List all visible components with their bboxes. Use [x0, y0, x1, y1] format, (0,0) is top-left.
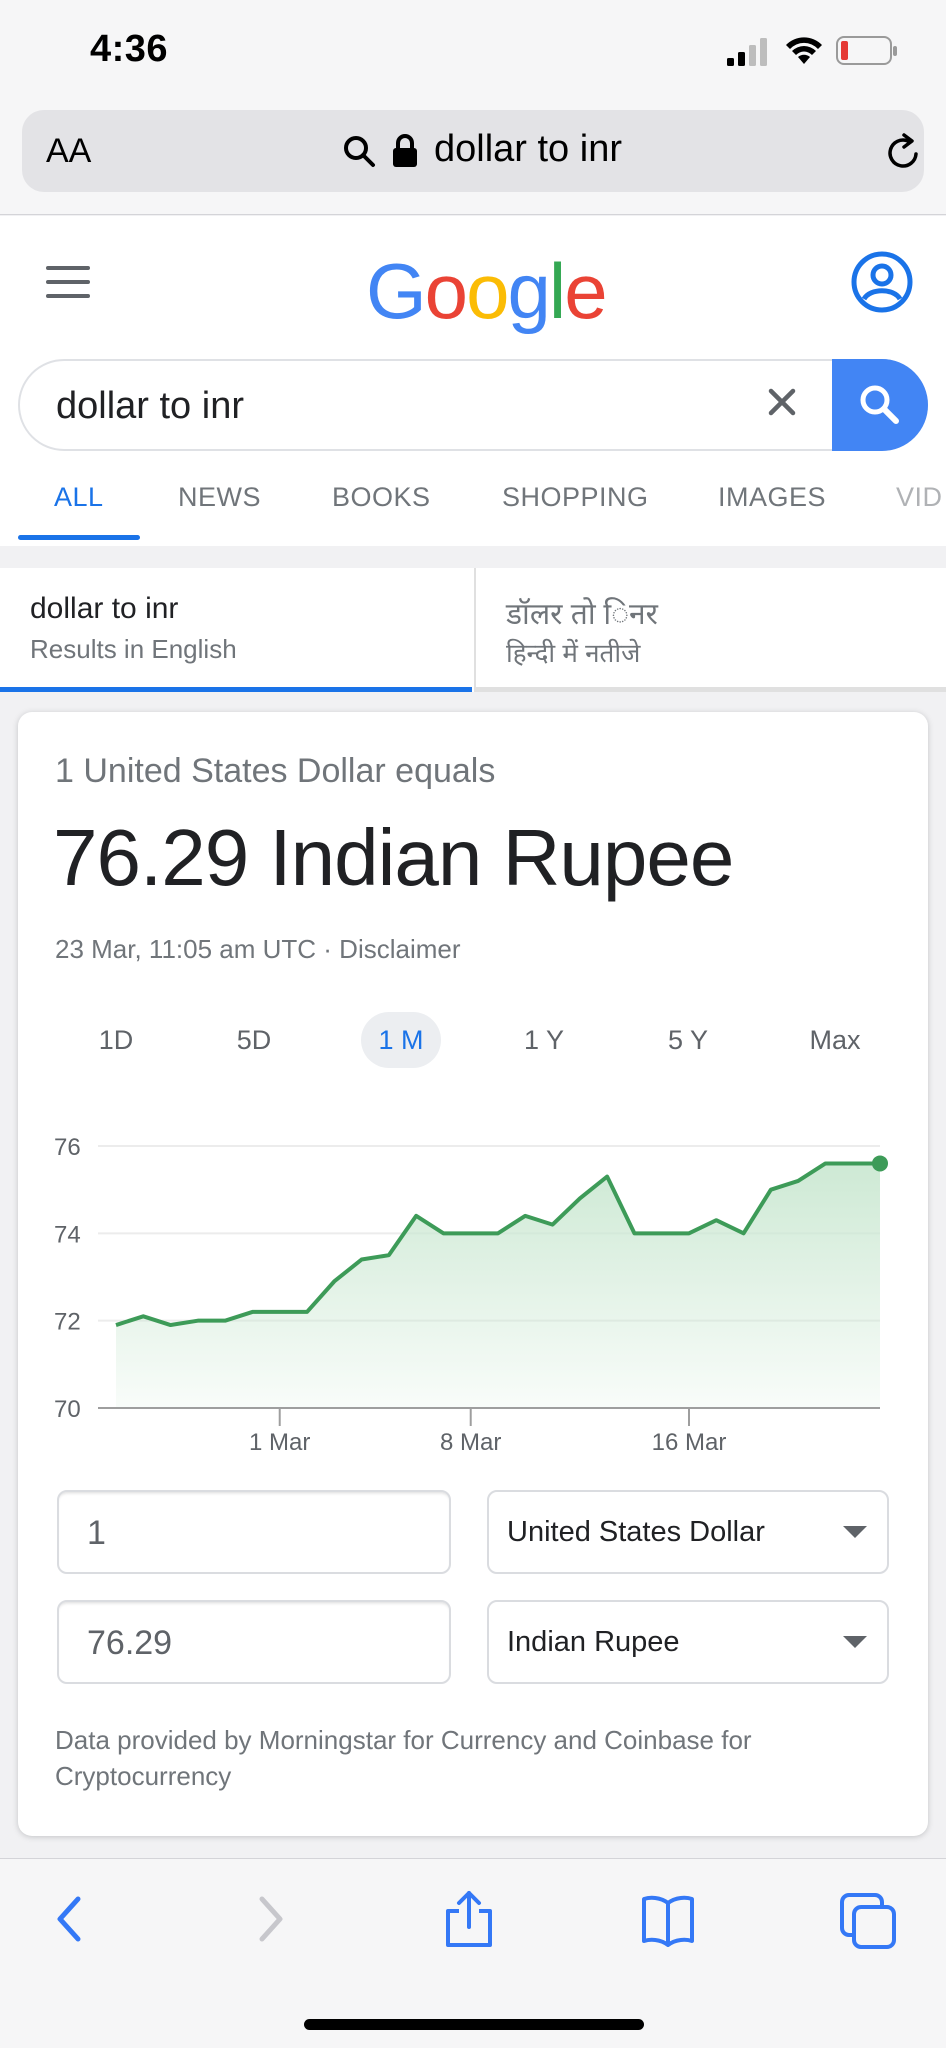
- google-logo[interactable]: Google: [366, 246, 608, 337]
- update-timestamp: 23 Mar, 11:05 am UTC · Disclaimer: [55, 934, 461, 964]
- range-5y[interactable]: 5 Y: [648, 1012, 728, 1068]
- language-tabs: dollar to inr Results in English डॉलर तो…: [0, 568, 946, 692]
- chevron-down-icon: [843, 1526, 867, 1538]
- search-input[interactable]: dollar to inr: [56, 385, 244, 428]
- range-max[interactable]: Max: [790, 1012, 880, 1068]
- search-tabs: ALL NEWS BOOKS SHOPPING IMAGES VID: [0, 482, 946, 546]
- language-tab-hindi[interactable]: डॉलर तो िनर हिन्दी में नतीजे: [474, 568, 946, 692]
- tab-shopping[interactable]: SHOPPING: [502, 482, 649, 513]
- y-tick-label: 70: [54, 1396, 81, 1423]
- home-indicator: [304, 2019, 644, 2030]
- language-tab-title: डॉलर तो िनर: [506, 598, 658, 631]
- search-icon: [860, 385, 899, 424]
- status-time: 4:36: [90, 28, 169, 70]
- logo-letter: o: [424, 247, 468, 335]
- bookmarks-icon[interactable]: [640, 1889, 696, 1949]
- x-tick-label: 16 Mar: [652, 1429, 727, 1456]
- logo-letter: e: [564, 247, 607, 335]
- tabs-icon[interactable]: [838, 1889, 898, 1949]
- search-button[interactable]: [832, 359, 928, 451]
- from-currency-value: United States Dollar: [507, 1516, 765, 1548]
- close-icon[interactable]: [765, 385, 799, 419]
- share-icon[interactable]: [442, 1889, 496, 1949]
- text-size-button[interactable]: AA: [46, 132, 91, 171]
- url-field[interactable]: AA dollar to inr: [22, 110, 924, 192]
- language-tab-subtitle: Results in English: [30, 634, 237, 664]
- from-amount-value: 1: [87, 1514, 106, 1552]
- last-point-marker: [872, 1155, 888, 1172]
- logo-letter: g: [507, 247, 550, 335]
- conversion-result: 76.29 Indian Rupee: [53, 813, 734, 902]
- language-tab-english[interactable]: dollar to inr Results in English: [0, 568, 472, 692]
- x-tick-label: 8 Mar: [440, 1429, 501, 1456]
- active-tab-indicator: [18, 535, 140, 540]
- status-bar: 4:36: [0, 0, 946, 100]
- forward-icon[interactable]: [250, 1889, 290, 1949]
- logo-letter: G: [366, 247, 427, 335]
- language-tab-subtitle: हिन्दी में नतीजे: [506, 638, 641, 668]
- range-1m[interactable]: 1 M: [361, 1012, 441, 1068]
- to-currency-value: Indian Rupee: [507, 1626, 680, 1658]
- battery-icon: [836, 36, 897, 65]
- from-amount-field[interactable]: 1: [57, 1490, 451, 1574]
- to-amount-value: 76.29: [87, 1624, 173, 1662]
- y-tick-label: 76: [54, 1134, 81, 1161]
- data-source-note: Data provided by Morningstar for Currenc…: [55, 1725, 752, 1791]
- exchange-rate-chart[interactable]: 70 72 74 76 1 Mar 8 Mar 16 Mar: [18, 1112, 928, 1472]
- y-tick-label: 72: [54, 1309, 81, 1336]
- text-size-label: AA: [46, 132, 92, 170]
- tab-news[interactable]: NEWS: [178, 482, 261, 513]
- logo-letter: l: [548, 247, 566, 335]
- tab-all[interactable]: ALL: [54, 482, 104, 513]
- reload-icon[interactable]: [884, 132, 922, 172]
- browser-address-bar: AA dollar to inr: [0, 100, 946, 215]
- tab-books[interactable]: BOOKS: [332, 482, 431, 513]
- from-currency-select[interactable]: United States Dollar: [487, 1490, 889, 1574]
- range-5d[interactable]: 5D: [214, 1012, 294, 1068]
- hamburger-menu-icon[interactable]: [46, 266, 90, 300]
- signal-icon: [727, 38, 767, 66]
- language-tab-title: dollar to inr: [30, 592, 179, 625]
- to-currency-select[interactable]: Indian Rupee: [487, 1600, 889, 1684]
- range-1y[interactable]: 1 Y: [504, 1012, 584, 1068]
- url-text: dollar to inr: [434, 128, 622, 170]
- range-1d[interactable]: 1D: [76, 1012, 156, 1068]
- search-icon: [344, 136, 375, 167]
- back-icon[interactable]: [50, 1889, 90, 1949]
- browser-toolbar: [0, 1858, 946, 2048]
- tab-videos[interactable]: VID: [896, 482, 943, 513]
- range-selector: 1D 5D 1 M 1 Y 5 Y Max: [18, 1012, 928, 1072]
- logo-letter: o: [466, 247, 509, 335]
- equals-label: 1 United States Dollar equals: [55, 752, 496, 790]
- lock-icon: [393, 134, 417, 167]
- google-header: Google dollar to inr ALL NEWS BOOKS SHOP…: [0, 216, 946, 546]
- search-box[interactable]: dollar to inr: [18, 359, 928, 451]
- x-tick-label: 1 Mar: [249, 1429, 310, 1456]
- currency-converter-card: 1 United States Dollar equals 76.29 Indi…: [18, 712, 928, 1836]
- to-amount-field[interactable]: 76.29: [57, 1600, 451, 1684]
- chevron-down-icon: [843, 1636, 867, 1648]
- account-icon[interactable]: [850, 250, 914, 314]
- y-tick-label: 74: [54, 1221, 81, 1248]
- wifi-icon: [786, 37, 822, 64]
- tab-images[interactable]: IMAGES: [718, 482, 826, 513]
